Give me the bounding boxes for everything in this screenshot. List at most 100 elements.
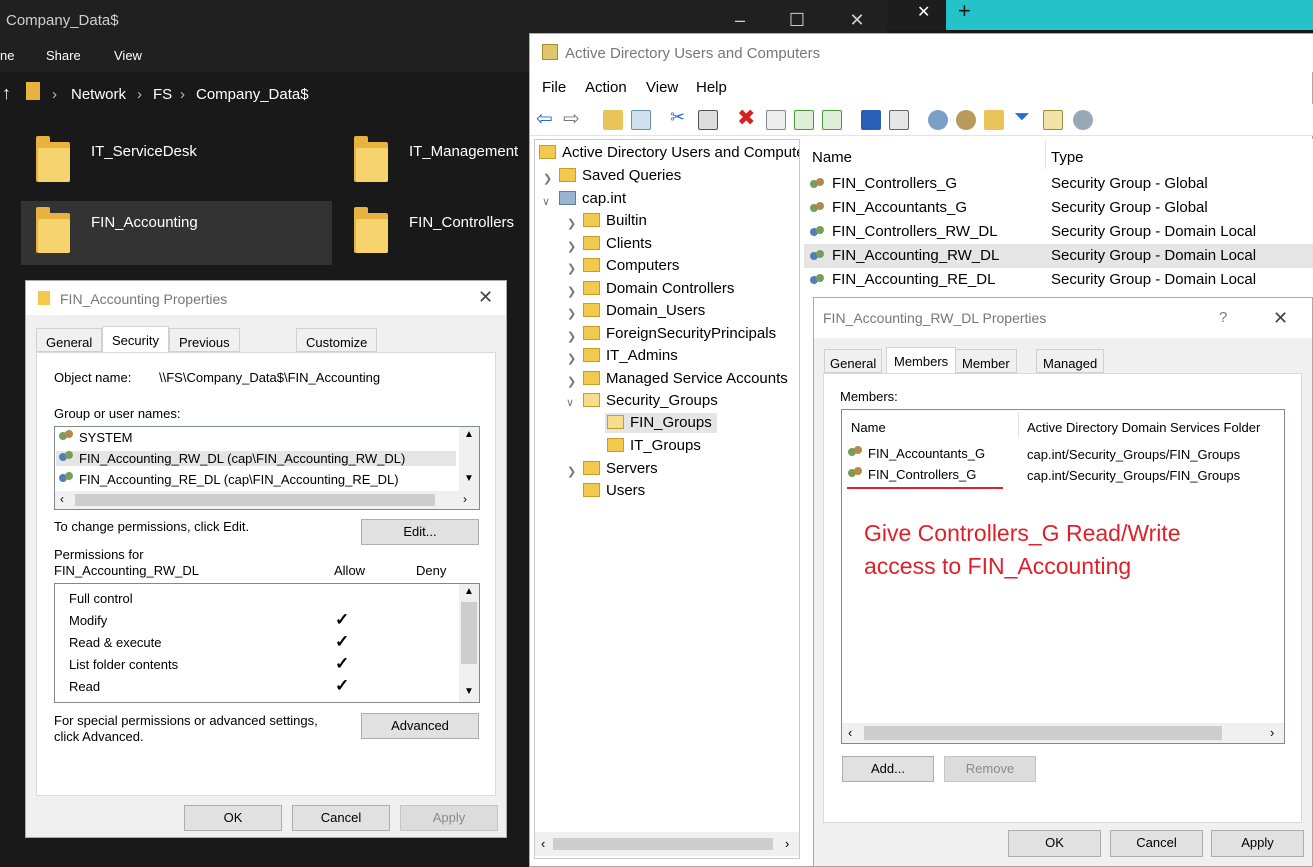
cut-icon[interactable]: ✂: [670, 107, 690, 127]
folder-icon[interactable]: [36, 136, 70, 182]
scrollbar-thumb[interactable]: [461, 602, 477, 664]
tab-managed-by[interactable]: Managed By: [1036, 349, 1105, 386]
chevron-right-icon[interactable]: ❯: [567, 307, 576, 320]
groups-listbox[interactable]: SYSTEM FIN_Accounting_RW_DL (cap\FIN_Acc…: [54, 426, 480, 510]
chevron-right-icon[interactable]: ›: [1270, 725, 1274, 740]
horizontal-scrollbar[interactable]: ‹ ›: [535, 832, 799, 856]
breadcrumb-company-data[interactable]: Company_Data$: [196, 86, 309, 103]
chevron-right-icon[interactable]: ›: [785, 836, 789, 851]
breadcrumb-network[interactable]: Network: [71, 86, 126, 103]
menu-help[interactable]: Help: [696, 79, 727, 96]
breadcrumb-fs[interactable]: FS: [153, 86, 172, 103]
folder-icon[interactable]: [354, 207, 388, 253]
chevron-up-icon[interactable]: ▲: [464, 429, 474, 440]
export-icon[interactable]: [822, 110, 842, 130]
details-icon[interactable]: [889, 110, 909, 130]
folder-icon[interactable]: [36, 207, 70, 253]
cancel-button[interactable]: Cancel: [1110, 830, 1203, 857]
tree-ou-domain-controllers[interactable]: Domain Controllers: [583, 280, 734, 297]
ribbon-view-tab[interactable]: View: [114, 48, 142, 63]
tree-saved-queries[interactable]: Saved Queries: [559, 167, 681, 184]
list-item[interactable]: FIN_Controllers_G: [848, 467, 976, 482]
members-list[interactable]: Name Active Directory Domain Services Fo…: [841, 409, 1285, 744]
chevron-right-icon[interactable]: ❯: [567, 285, 576, 298]
ok-button[interactable]: OK: [184, 805, 282, 831]
tab-security[interactable]: Security: [102, 326, 169, 352]
ok-button[interactable]: OK: [1008, 830, 1101, 857]
tree-domain[interactable]: cap.int: [559, 190, 626, 207]
close-icon[interactable]: ✕: [478, 287, 493, 308]
list-item[interactable]: FIN_Accounting_RE_DL (cap\FIN_Accounting…: [59, 472, 399, 487]
tab-member-of[interactable]: Member Of: [955, 349, 1017, 386]
chevron-down-icon[interactable]: ▼: [464, 686, 474, 697]
advanced-button[interactable]: Advanced: [361, 713, 479, 739]
scrollbar-thumb[interactable]: [553, 838, 773, 850]
tree-ou-msa[interactable]: Managed Service Accounts: [583, 370, 788, 387]
column-name[interactable]: Name: [812, 149, 852, 166]
tree-ou-servers[interactable]: Servers: [583, 460, 658, 477]
properties-icon[interactable]: [766, 110, 786, 130]
ribbon-home-tab[interactable]: ne: [0, 48, 14, 63]
tree-ou-computers[interactable]: Computers: [583, 257, 679, 274]
plus-icon[interactable]: +: [958, 0, 971, 24]
column-type[interactable]: Type: [1051, 149, 1084, 166]
tree-ou-domain-users[interactable]: Domain_Users: [583, 302, 705, 319]
chevron-left-icon[interactable]: ‹: [541, 836, 545, 851]
up-folder-icon[interactable]: [603, 110, 623, 130]
tab-previous-versions[interactable]: Previous Versions: [169, 328, 240, 365]
edit-button[interactable]: Edit...: [361, 519, 479, 545]
minimize-icon[interactable]: –: [720, 10, 760, 31]
chevron-right-icon[interactable]: ❯: [567, 352, 576, 365]
close-icon[interactable]: ✕: [1273, 308, 1288, 329]
up-arrow-icon[interactable]: ↑: [2, 83, 11, 104]
tree-ou-clients[interactable]: Clients: [583, 235, 652, 252]
chevron-left-icon[interactable]: ‹: [848, 725, 852, 740]
table-row[interactable]: FIN_Accounting_RE_DL Security Group - Dom…: [804, 268, 1313, 292]
cancel-button[interactable]: Cancel: [292, 805, 390, 831]
list-item-selected[interactable]: FIN_Accounting_RW_DL (cap\FIN_Accounting…: [56, 451, 456, 466]
menu-file[interactable]: File: [542, 79, 566, 96]
chevron-right-icon[interactable]: ❯: [567, 262, 576, 275]
table-row[interactable]: FIN_Controllers_G Security Group - Global: [804, 172, 1313, 196]
apply-button[interactable]: Apply: [1211, 830, 1304, 857]
close-icon[interactable]: ✕: [837, 10, 877, 31]
horizontal-scrollbar[interactable]: ‹ ›: [842, 723, 1284, 743]
tree-users[interactable]: Users: [583, 482, 645, 499]
table-row-selected[interactable]: FIN_Accounting_RW_DL Security Group - Dom…: [804, 244, 1313, 268]
find-icon[interactable]: [1043, 110, 1063, 130]
chevron-right-icon[interactable]: ❯: [543, 172, 552, 185]
maximize-icon[interactable]: ☐: [777, 10, 817, 31]
scrollbar-thumb[interactable]: [75, 494, 435, 506]
table-row[interactable]: FIN_Accountants_G Security Group - Global: [804, 196, 1313, 220]
delete-icon[interactable]: ✖: [737, 105, 757, 130]
tree-ou-security-groups[interactable]: Security_Groups: [583, 392, 718, 409]
table-row[interactable]: FIN_Controllers_RW_DL Security Group - Do…: [804, 220, 1313, 244]
chevron-down-icon[interactable]: ▼: [464, 473, 474, 484]
add-to-group-icon[interactable]: [1073, 110, 1093, 130]
tree-ou-builtin[interactable]: Builtin: [583, 212, 647, 229]
folder-fin-accounting[interactable]: FIN_Accounting: [91, 214, 198, 231]
folder-it-management[interactable]: IT_Management: [409, 143, 518, 160]
help-icon[interactable]: ?: [1219, 309, 1227, 326]
horizontal-scrollbar[interactable]: ‹ ›: [55, 491, 479, 509]
tree-root[interactable]: Active Directory Users and Compute: [539, 144, 799, 161]
chevron-right-icon[interactable]: ❯: [567, 465, 576, 478]
tab-customize[interactable]: Customize: [296, 328, 378, 352]
scrollbar-thumb[interactable]: [864, 726, 1222, 740]
chevron-down-icon[interactable]: ∨: [566, 396, 574, 409]
chevron-up-icon[interactable]: ▲: [464, 586, 474, 597]
list-item[interactable]: FIN_Accountants_G: [848, 446, 985, 461]
vertical-scrollbar[interactable]: ▲ ▼: [459, 584, 479, 702]
vertical-scrollbar[interactable]: ▲ ▼: [459, 427, 479, 491]
close-icon[interactable]: ✕: [917, 2, 930, 22]
refresh-icon[interactable]: [794, 110, 814, 130]
new-ou-icon[interactable]: [984, 110, 1004, 130]
remove-button[interactable]: Remove: [944, 756, 1036, 782]
tree-ou-foreign[interactable]: ForeignSecurityPrincipals: [583, 325, 776, 342]
tree-ou-it-admins[interactable]: IT_Admins: [583, 347, 678, 364]
new-user-icon[interactable]: [928, 110, 948, 130]
column-name[interactable]: Name: [851, 420, 886, 435]
tree-it-groups[interactable]: IT_Groups: [607, 437, 701, 454]
show-pane-icon[interactable]: [631, 110, 651, 130]
new-group-icon[interactable]: [956, 110, 976, 130]
